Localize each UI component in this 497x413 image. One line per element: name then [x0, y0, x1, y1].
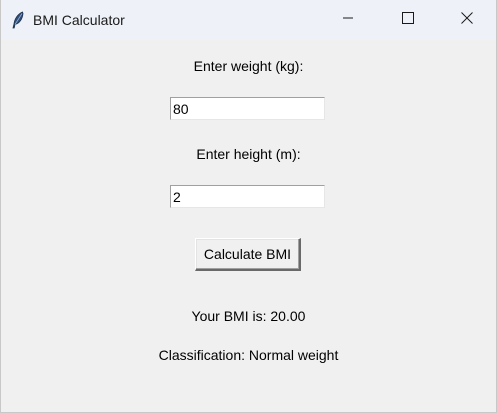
close-button[interactable] [443, 0, 491, 40]
maximize-button[interactable] [384, 0, 432, 40]
calculate-bmi-button[interactable]: Calculate BMI [195, 238, 301, 271]
close-icon [461, 11, 473, 29]
minimize-icon [342, 11, 354, 29]
app-window: BMI Calculator Enter weight (kg): Enter … [0, 0, 497, 413]
classification-text: Classification: Normal weight [158, 347, 339, 363]
minimize-button[interactable] [324, 0, 372, 40]
title-bar[interactable]: BMI Calculator [1, 0, 496, 40]
maximize-icon [402, 11, 414, 29]
window-title: BMI Calculator [33, 12, 125, 28]
weight-input[interactable] [170, 97, 325, 120]
feather-icon [10, 11, 26, 29]
height-input[interactable] [170, 185, 325, 208]
height-label: Enter height (m): [196, 146, 301, 162]
bmi-result-text: Your BMI is: 20.00 [191, 308, 306, 324]
weight-label: Enter weight (kg): [193, 58, 304, 74]
